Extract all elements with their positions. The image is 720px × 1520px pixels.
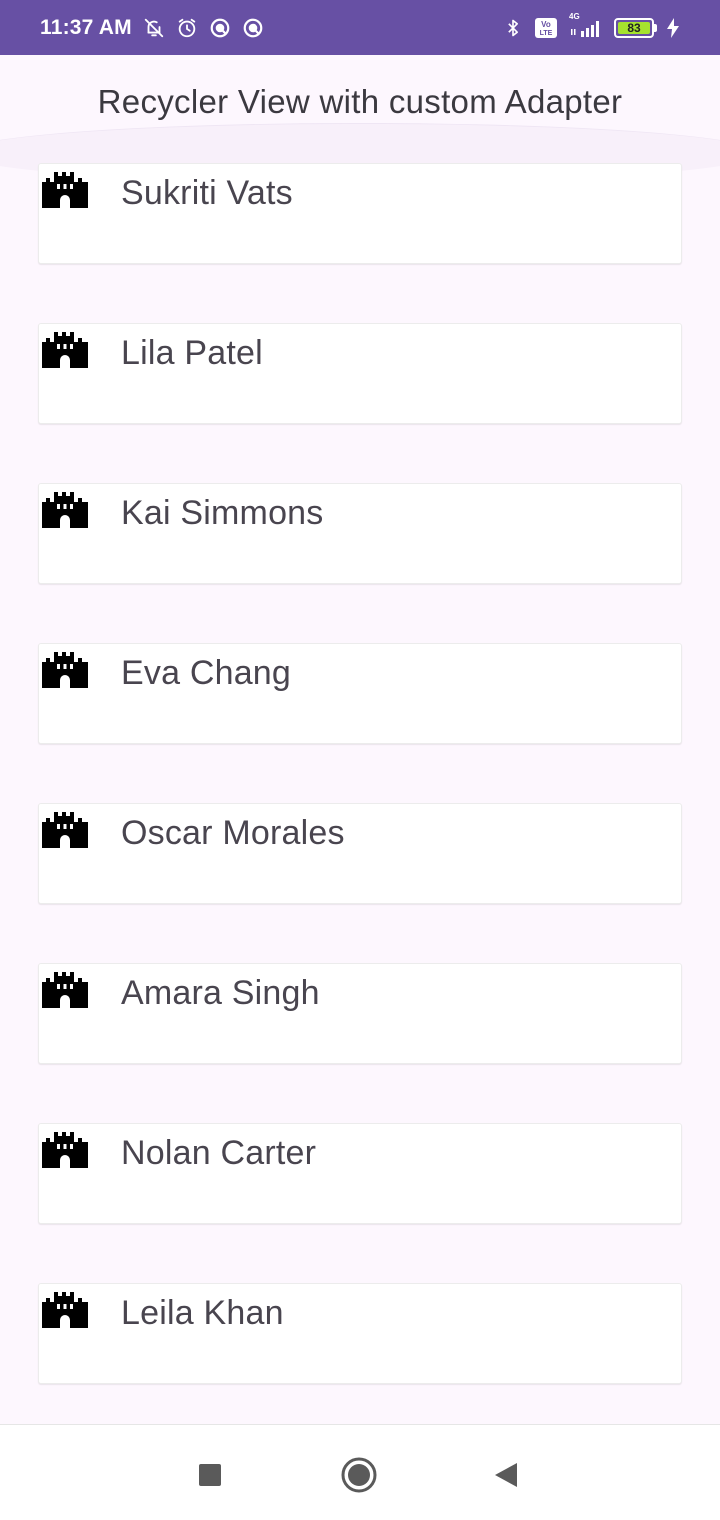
status-left-icons xyxy=(142,16,265,40)
list-item-name: Lila Patel xyxy=(121,334,263,372)
recents-square-icon[interactable] xyxy=(190,1455,230,1495)
list-item[interactable]: Kai Simmons xyxy=(38,483,682,584)
castle-icon xyxy=(42,810,88,848)
status-bar: 11:37 AM Vo LTE 4G 83 xyxy=(0,0,720,55)
list-item-name: Oscar Morales xyxy=(121,814,345,852)
castle-icon xyxy=(42,490,88,528)
app-notification-icon xyxy=(208,16,232,40)
bell-off-icon xyxy=(142,16,166,40)
list-item-name: Leila Khan xyxy=(121,1294,284,1332)
list-item[interactable]: Eva Chang xyxy=(38,643,682,744)
castle-icon xyxy=(42,970,88,1008)
home-circle-icon[interactable] xyxy=(339,1455,379,1495)
list-item[interactable]: Amara Singh xyxy=(38,963,682,1064)
list-item-name: Sukriti Vats xyxy=(121,174,293,212)
list-item[interactable]: Oscar Morales xyxy=(38,803,682,904)
svg-text:Vo: Vo xyxy=(541,20,551,29)
list-item[interactable]: Nolan Carter xyxy=(38,1123,682,1224)
alarm-icon xyxy=(175,16,199,40)
castle-icon xyxy=(42,650,88,688)
network-label: 4G xyxy=(569,11,580,21)
app-bar: Recycler View with custom Adapter xyxy=(0,55,720,183)
list-item-name: Amara Singh xyxy=(121,974,320,1012)
back-triangle-icon[interactable] xyxy=(486,1455,526,1495)
status-right-icons: Vo LTE 4G 83 xyxy=(501,12,680,40)
battery-level: 83 xyxy=(618,21,650,35)
castle-icon xyxy=(42,170,88,208)
list-item-name: Kai Simmons xyxy=(121,494,324,532)
bluetooth-icon xyxy=(501,16,525,40)
svg-text:LTE: LTE xyxy=(540,30,553,37)
system-navigation-bar xyxy=(0,1424,720,1520)
charging-icon xyxy=(666,16,680,40)
list-item[interactable]: Sukriti Vats xyxy=(38,163,682,264)
list-item[interactable]: Leila Khan xyxy=(38,1283,682,1384)
app-notification-icon xyxy=(241,16,265,40)
page-title: Recycler View with custom Adapter xyxy=(97,83,623,120)
volte-icon: Vo LTE xyxy=(534,16,558,40)
status-time: 11:37 AM xyxy=(40,15,132,39)
list-item-name: Eva Chang xyxy=(121,654,292,692)
battery-indicator: 83 xyxy=(614,17,657,38)
castle-icon xyxy=(42,1130,88,1168)
list-item-name: Nolan Carter xyxy=(121,1134,317,1172)
list-item[interactable]: Lila Patel xyxy=(38,323,682,424)
signal-4g-icon: 4G xyxy=(567,12,605,40)
castle-icon xyxy=(42,330,88,368)
castle-icon xyxy=(42,1290,88,1328)
